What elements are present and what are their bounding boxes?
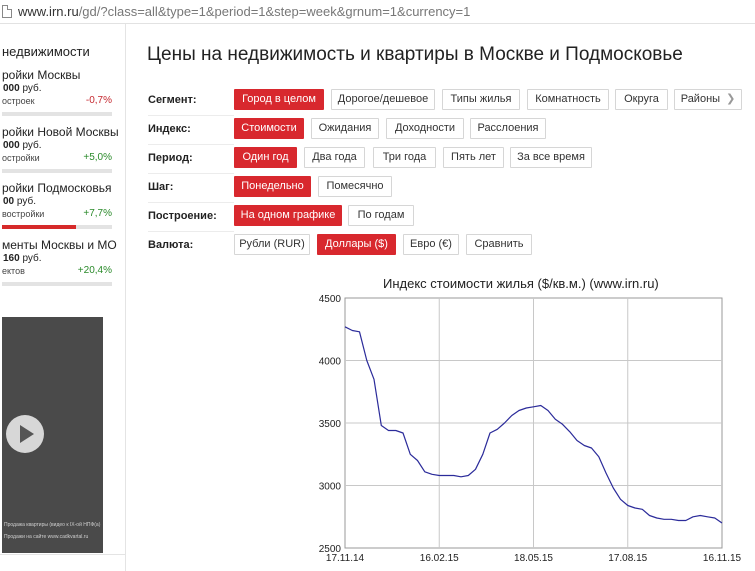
sidebar-item-price: 160 руб. — [3, 253, 42, 264]
sidebar-item-bar-fill — [2, 225, 76, 229]
sidebar-item-change: +20,4% — [77, 265, 112, 276]
y-tick-label: 3000 — [319, 482, 342, 493]
row-divider — [148, 202, 234, 203]
sidebar-item[interactable]: ройки Новой Москвы 000 руб. остройки +5,… — [0, 125, 119, 183]
option-button[interactable]: Пять лет — [443, 147, 504, 168]
x-tick-label: 17.08.15 — [608, 553, 647, 564]
option-button[interactable]: Сравнить — [466, 234, 532, 255]
video-player[interactable]: Продажа квартиры (видео к IX-ой НПФ(а) П… — [2, 317, 103, 553]
sidebar-item-name[interactable]: ройки Подмосковья — [2, 181, 111, 195]
option-button[interactable]: Дорогое/дешевое — [331, 89, 435, 110]
x-tick-label: 16.11.15 — [703, 553, 742, 564]
option-button[interactable]: Стоимости — [234, 118, 304, 139]
sidebar-item-price: 000 руб. — [3, 140, 42, 151]
y-tick-label: 3500 — [319, 419, 342, 430]
sidebar-item-name[interactable]: ройки Новой Москвы — [2, 125, 119, 139]
filter-label: Валюта: — [148, 239, 194, 251]
video-caption: Продажа квартиры (видео к IX-ой НПФ(а) — [4, 522, 101, 528]
url-text[interactable]: www.irn.ru/gd/?class=all&type=1&period=1… — [18, 4, 470, 19]
filter-label: Шаг: — [148, 181, 174, 193]
sidebar-divider — [0, 554, 125, 555]
option-button[interactable]: За все время — [510, 147, 592, 168]
y-tick-label: 4500 — [319, 294, 342, 305]
option-button[interactable]: Три года — [373, 147, 436, 168]
option-button[interactable]: Округа — [615, 89, 668, 110]
filter-label: Индекс: — [148, 123, 191, 135]
sidebar-item[interactable]: ройки Подмосковья 00 руб. востройки +7,7… — [0, 181, 112, 239]
filter-label: Период: — [148, 152, 193, 164]
row-divider — [148, 115, 234, 116]
url-host: www.irn.ru — [18, 4, 79, 19]
sidebar-item-bar — [2, 169, 112, 173]
sidebar-item-change: +5,0% — [83, 152, 112, 163]
sidebar-item-sub: остроек — [2, 96, 35, 106]
address-bar[interactable]: www.irn.ru/gd/?class=all&type=1&period=1… — [0, 0, 755, 24]
sidebar-item-bar — [2, 225, 112, 229]
chevron-right-icon: ❯ — [726, 93, 736, 105]
option-button[interactable]: Помесячно — [318, 176, 392, 197]
sidebar-item-price: 000 руб. — [3, 83, 42, 94]
option-button[interactable]: Город в целом — [234, 89, 324, 110]
sidebar-item-name[interactable]: ройки Москвы — [2, 68, 80, 82]
price-index-chart: 2500300035004000450017.11.14 16.02.15 18.0… — [319, 294, 742, 564]
option-button[interactable]: Понедельно — [234, 176, 311, 197]
option-button-label: Районы — [680, 93, 721, 105]
sidebar-item[interactable]: менты Москвы и МО 160 руб. ектов +20,4% — [0, 238, 117, 296]
sidebar: недвижимости ройки Москвы 000 руб. остро… — [0, 24, 126, 571]
row-divider — [148, 144, 234, 145]
sidebar-item-sub: остройки — [2, 153, 40, 163]
option-button[interactable]: Доходности — [386, 118, 464, 139]
url-path: /gd/?class=all&type=1&period=1&step=week… — [78, 4, 471, 19]
option-button[interactable]: Один год — [234, 147, 297, 168]
option-button[interactable]: Доллары ($) — [317, 234, 396, 255]
option-button[interactable]: Типы жилья — [442, 89, 520, 110]
option-button[interactable]: Расслоения — [470, 118, 546, 139]
option-button[interactable]: Два года — [304, 147, 365, 168]
play-icon[interactable] — [6, 415, 44, 453]
x-tick-label: 18.05.15 — [514, 553, 553, 564]
filter-label: Сегмент: — [148, 94, 197, 106]
sidebar-item-sub: ектов — [2, 266, 25, 276]
page-title: Цены на недвижимость и квартиры в Москве… — [147, 44, 683, 65]
video-caption: Продажи на сайте www.cadkvartal.ru — [4, 534, 89, 540]
sidebar-item-change: +7,7% — [83, 208, 112, 219]
option-button-more[interactable]: Районы ❯ — [674, 89, 742, 110]
sidebar-item-price: 00 руб. — [3, 196, 36, 207]
row-divider — [148, 231, 234, 232]
sidebar-item-bar — [2, 282, 112, 286]
option-button[interactable]: Рубли (RUR) — [234, 234, 310, 255]
option-button[interactable]: По годам — [348, 205, 414, 226]
sidebar-item[interactable]: ройки Москвы 000 руб. остроек -0,7% — [0, 68, 112, 126]
filter-label: Построение: — [148, 210, 217, 222]
row-divider — [148, 173, 234, 174]
option-button[interactable]: Евро (€) — [403, 234, 459, 255]
option-button[interactable]: На одном графике — [234, 205, 342, 226]
sidebar-item-bar — [2, 112, 112, 116]
sidebar-item-name[interactable]: менты Москвы и МО — [2, 238, 117, 252]
y-tick-label: 4000 — [319, 357, 342, 368]
page-icon — [2, 5, 12, 18]
sidebar-title: недвижимости — [2, 44, 90, 59]
chart-title: Индекс стоимости жилья ($/кв.м.) (www.ir… — [383, 276, 659, 291]
sidebar-item-sub: востройки — [2, 209, 45, 219]
x-tick-label: 16.02.15 — [420, 553, 459, 564]
option-button[interactable]: Ожидания — [311, 118, 379, 139]
option-button[interactable]: Комнатность — [527, 89, 609, 110]
sidebar-item-change: -0,7% — [85, 95, 112, 106]
x-tick-label: 17.11.14 — [326, 553, 365, 564]
